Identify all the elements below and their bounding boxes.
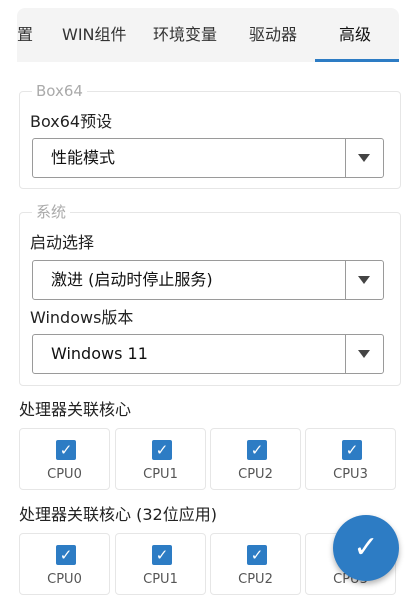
cpu1-option[interactable]: ✓ CPU1: [115, 428, 206, 490]
cpu0-option[interactable]: ✓ CPU0: [19, 428, 110, 490]
checkbox-checked-icon[interactable]: ✓: [342, 440, 362, 460]
checkbox-checked-icon[interactable]: ✓: [247, 440, 267, 460]
cpu1-option-32bit[interactable]: ✓ CPU1: [115, 533, 206, 595]
tab-advanced[interactable]: 高级: [339, 8, 371, 62]
box64-group: Box64 Box64预设 性能模式: [19, 82, 401, 189]
cpu-label: CPU3: [333, 467, 368, 482]
cpu3-option[interactable]: ✓ CPU3: [305, 428, 396, 490]
checkbox-checked-icon[interactable]: ✓: [56, 440, 76, 460]
dropdown-arrow-icon: [358, 350, 370, 358]
cpu-affinity-32bit-label: 处理器关联核心 (32位应用): [19, 505, 217, 524]
checkbox-checked-icon[interactable]: ✓: [152, 440, 172, 460]
box64-preset-select[interactable]: 性能模式: [32, 138, 384, 178]
windows-version-select[interactable]: Windows 11: [32, 334, 384, 374]
startup-selection-label: 启动选择: [30, 233, 95, 252]
tab-partial[interactable]: 置: [17, 8, 33, 62]
tab-bar: 置 WIN组件 环境变量 驱动器 高级: [17, 8, 399, 62]
cpu0-option-32bit[interactable]: ✓ CPU0: [19, 533, 110, 595]
system-group: 系统 启动选择 激进 (启动时停止服务) Windows版本 Windows 1…: [19, 203, 401, 386]
tab-win-components[interactable]: WIN组件: [62, 8, 127, 62]
startup-selection-select[interactable]: 激进 (启动时停止服务): [32, 260, 384, 300]
windows-version-value: Windows 11: [51, 344, 148, 363]
box64-preset-value: 性能模式: [51, 148, 116, 167]
cpu-label: CPU0: [47, 572, 82, 587]
active-tab-indicator: [315, 59, 399, 62]
cpu-label: CPU2: [238, 572, 273, 587]
confirm-fab-button[interactable]: ✓: [333, 515, 399, 581]
check-icon: ✓: [353, 530, 379, 565]
box64-legend: Box64: [32, 82, 87, 100]
windows-version-label: Windows版本: [30, 308, 134, 327]
select-divider: [345, 335, 346, 373]
select-divider: [345, 261, 346, 299]
startup-selection-value: 激进 (启动时停止服务): [51, 270, 213, 289]
checkbox-checked-icon[interactable]: ✓: [152, 545, 172, 565]
select-divider: [345, 139, 346, 177]
cpu-label: CPU1: [143, 572, 178, 587]
tab-drivers[interactable]: 驱动器: [249, 8, 297, 62]
cpu-label: CPU0: [47, 467, 82, 482]
dropdown-arrow-icon: [358, 276, 370, 284]
tab-env-vars[interactable]: 环境变量: [153, 8, 217, 62]
cpu-affinity-row: ✓ CPU0 ✓ CPU1 ✓ CPU2 ✓ CPU3: [19, 428, 399, 490]
checkbox-checked-icon[interactable]: ✓: [247, 545, 267, 565]
dropdown-arrow-icon: [358, 154, 370, 162]
cpu-affinity-label: 处理器关联核心: [19, 400, 132, 419]
box64-preset-label: Box64预设: [30, 112, 113, 131]
cpu-label: CPU2: [238, 467, 273, 482]
cpu-label: CPU1: [143, 467, 178, 482]
cpu2-option[interactable]: ✓ CPU2: [210, 428, 301, 490]
cpu2-option-32bit[interactable]: ✓ CPU2: [210, 533, 301, 595]
checkbox-checked-icon[interactable]: ✓: [56, 545, 76, 565]
system-legend: 系统: [32, 203, 71, 221]
